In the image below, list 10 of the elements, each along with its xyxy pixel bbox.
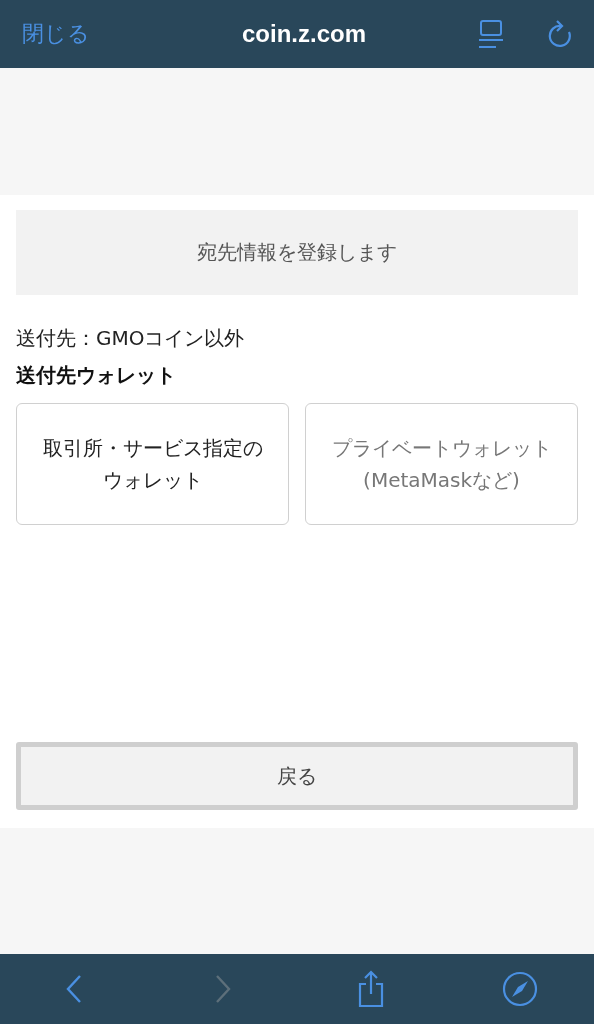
destination-text: 送付先：GMOコイン以外 [16, 325, 246, 352]
reload-icon[interactable] [546, 19, 572, 49]
back-icon[interactable] [65, 974, 84, 1004]
info-banner: 宛先情報を登録します [16, 210, 578, 295]
reader-icon[interactable] [478, 19, 504, 49]
wallet-option[interactable]: 取引所・サービス指定の ウォレット [16, 403, 289, 525]
wallet-heading: 送付先ウォレット [16, 362, 177, 389]
page-url: coin.z.com [241, 20, 367, 48]
compass-icon[interactable] [501, 971, 538, 1007]
back-button[interactable]: 戻る [16, 742, 578, 810]
